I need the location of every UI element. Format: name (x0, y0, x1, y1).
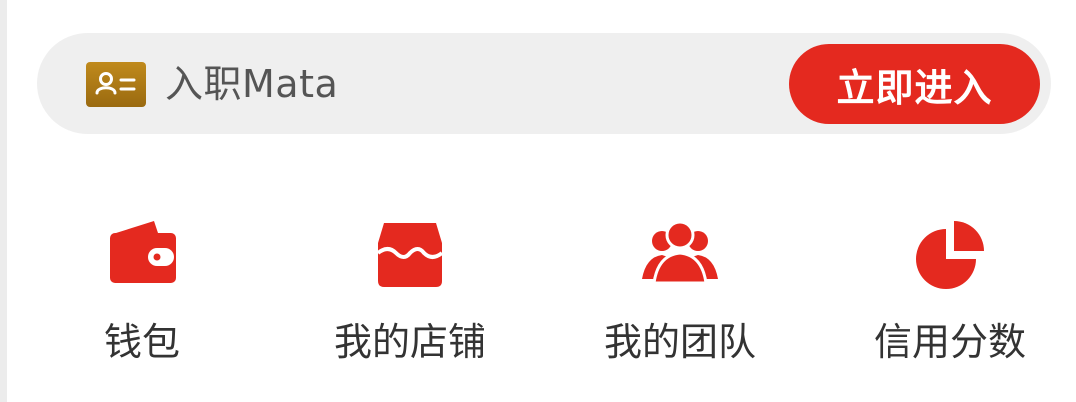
store-icon (370, 211, 450, 291)
menu-item-label: 我的店铺 (333, 320, 486, 364)
id-card-icon (86, 62, 146, 107)
menu-item-label: 钱包 (103, 320, 180, 364)
menu-item-label: 信用分数 (873, 320, 1026, 364)
banner-title: 入职Mata (165, 62, 339, 106)
left-edge-rule (0, 0, 7, 402)
pie-chart-icon (910, 211, 990, 291)
menu-item-label: 我的团队 (603, 320, 756, 364)
menu-item-my-team[interactable]: 我的团队 (570, 205, 790, 375)
menu-item-my-store[interactable]: 我的店铺 (300, 205, 520, 375)
enter-now-button[interactable]: 立即进入 (789, 44, 1040, 124)
menu-item-credit-score[interactable]: 信用分数 (840, 205, 1060, 375)
team-icon (640, 211, 720, 291)
menu-item-wallet[interactable]: 钱包 (32, 205, 252, 375)
wallet-icon (102, 211, 182, 291)
